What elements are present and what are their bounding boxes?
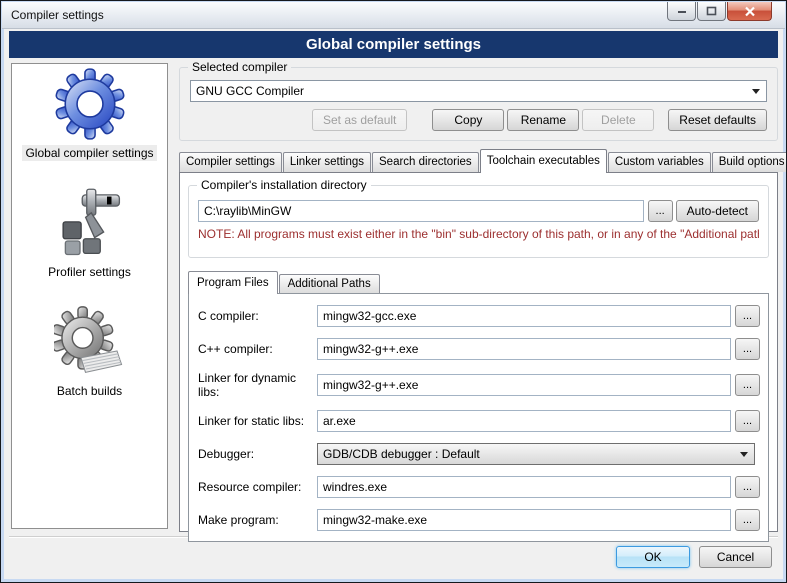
field-row-debugger: Debugger: GDB/CDB debugger : Default	[198, 443, 760, 465]
auto-detect-button[interactable]: Auto-detect	[676, 200, 759, 222]
browse-button[interactable]: ...	[735, 374, 760, 396]
browse-button[interactable]: ...	[735, 476, 760, 498]
compiler-buttons-row: Set as default Copy Rename Delete Reset …	[190, 109, 767, 131]
browse-button[interactable]: ...	[735, 305, 760, 327]
sidebar: Global compiler settings Profiler settin…	[11, 63, 168, 529]
cancel-button[interactable]: Cancel	[699, 546, 772, 568]
browse-button[interactable]: ...	[735, 338, 760, 360]
subtab-additional-paths[interactable]: Additional Paths	[279, 274, 380, 293]
compiler-settings-window: Compiler settings Global compiler settin…	[0, 0, 787, 583]
field-label: Debugger:	[198, 447, 317, 461]
toolchain-executables-panel: Compiler's installation directory ... Au…	[179, 172, 778, 532]
field-label: Resource compiler:	[198, 480, 317, 494]
subtab-program-files[interactable]: Program Files	[188, 271, 278, 294]
make-program-input[interactable]	[317, 509, 731, 531]
c-compiler-input[interactable]	[317, 305, 731, 327]
group-label: Compiler's installation directory	[197, 178, 371, 192]
delete-button[interactable]: Delete	[582, 109, 654, 131]
chevron-down-icon	[752, 89, 760, 94]
debugger-value: GDB/CDB debugger : Default	[323, 447, 480, 461]
browse-button[interactable]: ...	[735, 410, 760, 432]
tab-build-options[interactable]: Build options	[712, 152, 787, 172]
tab-toolchain-executables[interactable]: Toolchain executables	[480, 149, 607, 173]
window-controls	[667, 2, 772, 21]
sidebar-item-batch-builds[interactable]: Batch builds	[54, 306, 126, 399]
dynamic-libs-linker-input[interactable]	[317, 374, 731, 396]
field-label: C compiler:	[198, 309, 317, 323]
tab-linker-settings[interactable]: Linker settings	[283, 152, 371, 172]
batch-builds-gear-icon	[54, 306, 126, 378]
browse-directory-button[interactable]: ...	[648, 200, 673, 222]
main-content: Selected compiler GNU GCC Compiler Set a…	[179, 63, 778, 529]
blue-gear-icon	[54, 68, 126, 140]
directory-row: ... Auto-detect	[198, 200, 759, 222]
sidebar-item-label: Batch builds	[54, 383, 125, 399]
tab-custom-variables[interactable]: Custom variables	[608, 152, 711, 172]
footer-buttons: OK Cancel	[616, 546, 772, 568]
tab-compiler-settings[interactable]: Compiler settings	[179, 152, 282, 172]
installation-directory-input[interactable]	[198, 200, 644, 222]
field-label: C++ compiler:	[198, 342, 317, 356]
debugger-select[interactable]: GDB/CDB debugger : Default	[317, 443, 755, 465]
selected-compiler-dropdown[interactable]: GNU GCC Compiler	[190, 80, 767, 102]
field-row-make-program: Make program: ...	[198, 509, 760, 531]
close-button[interactable]	[727, 2, 772, 21]
installation-directory-group: Compiler's installation directory ... Au…	[188, 185, 769, 258]
set-as-default-button[interactable]: Set as default	[312, 109, 407, 131]
reset-defaults-button[interactable]: Reset defaults	[668, 109, 767, 131]
copy-button[interactable]: Copy	[432, 109, 504, 131]
sidebar-item-global-compiler-settings[interactable]: Global compiler settings	[22, 68, 156, 161]
group-label: Selected compiler	[188, 60, 291, 74]
field-label: Linker for static libs:	[198, 414, 317, 428]
profiler-caliper-icon	[53, 187, 125, 259]
field-row-static-linker: Linker for static libs: ...	[198, 410, 760, 432]
page-title: Global compiler settings	[9, 31, 778, 58]
ok-button[interactable]: OK	[616, 546, 690, 568]
rename-button[interactable]: Rename	[507, 109, 579, 131]
field-label: Make program:	[198, 513, 317, 527]
tab-bar: Compiler settings Linker settings Search…	[179, 148, 778, 172]
minimize-icon	[677, 7, 687, 16]
chevron-down-icon	[740, 452, 748, 457]
field-row-c-compiler: C compiler: ...	[198, 305, 760, 327]
program-files-panel: C compiler: ... C++ compiler: ... Linker…	[188, 293, 769, 542]
tab-search-directories[interactable]: Search directories	[372, 152, 479, 172]
bin-subdirectory-note: NOTE: All programs must exist either in …	[198, 227, 759, 241]
selected-compiler-group: Selected compiler GNU GCC Compiler Set a…	[179, 67, 778, 141]
sidebar-item-label: Profiler settings	[45, 264, 134, 280]
field-label: Linker for dynamic libs:	[198, 371, 317, 399]
close-icon	[744, 6, 756, 17]
maximize-icon	[706, 6, 717, 16]
titlebar[interactable]: Compiler settings	[2, 2, 785, 29]
sidebar-item-label: Global compiler settings	[22, 145, 156, 161]
cpp-compiler-input[interactable]	[317, 338, 731, 360]
static-libs-linker-input[interactable]	[317, 410, 731, 432]
subtab-bar: Program Files Additional Paths	[188, 270, 769, 293]
field-row-cpp-compiler: C++ compiler: ...	[198, 338, 760, 360]
selected-compiler-value: GNU GCC Compiler	[196, 84, 304, 98]
browse-button[interactable]: ...	[735, 509, 760, 531]
field-row-resource-compiler: Resource compiler: ...	[198, 476, 760, 498]
resource-compiler-input[interactable]	[317, 476, 731, 498]
window-title: Compiler settings	[11, 8, 104, 22]
field-row-dynamic-linker: Linker for dynamic libs: ...	[198, 371, 760, 399]
sidebar-item-profiler-settings[interactable]: Profiler settings	[45, 187, 134, 280]
maximize-button[interactable]	[697, 2, 726, 21]
minimize-button[interactable]	[667, 2, 696, 21]
